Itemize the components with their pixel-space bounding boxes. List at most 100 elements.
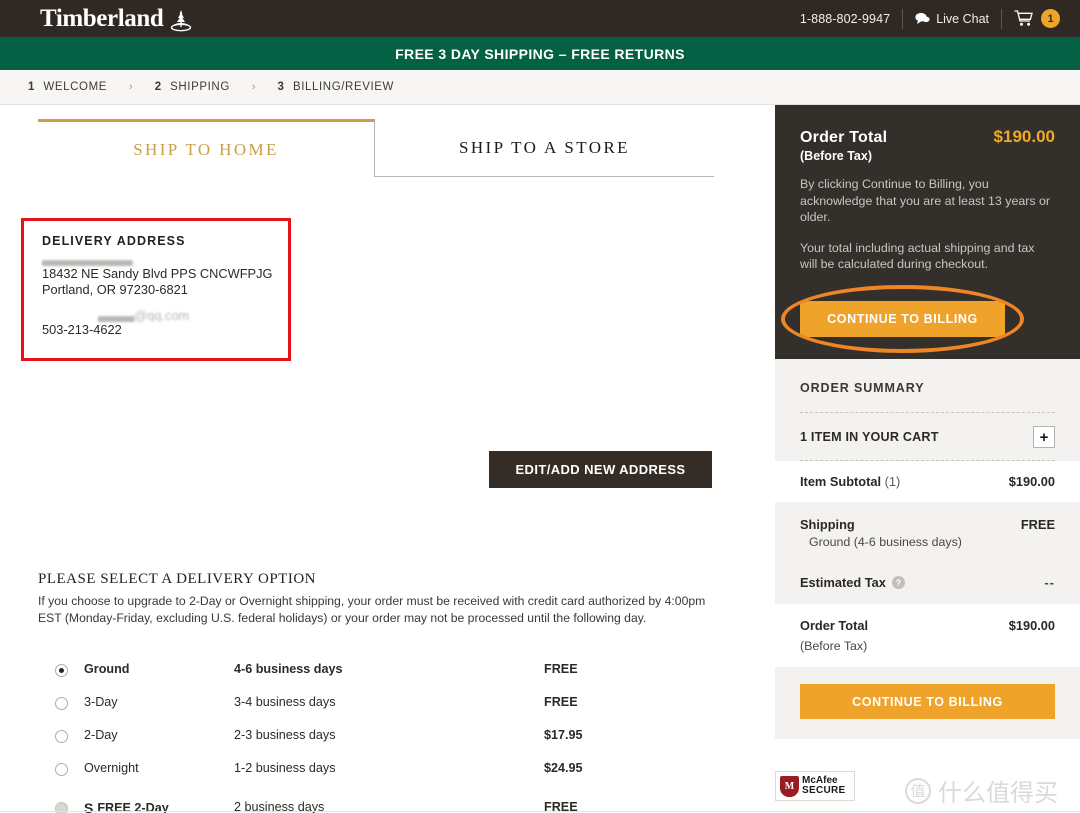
timberland-logo[interactable]: Timberland <box>40 6 194 32</box>
watermark-logo-icon: 值 <box>905 777 931 804</box>
radio-button[interactable] <box>54 664 68 677</box>
order-total-summary-sublabel: (Before Tax) <box>800 639 868 653</box>
mcafee-line2: SECURE <box>802 785 846 796</box>
mcafee-shield-icon: M <box>780 775 799 797</box>
shipping-row: Shipping FREE Ground (4-6 business days) <box>800 502 1055 549</box>
main-content: SHIP TO HOME SHIP TO A STORE DELIVERY AD… <box>0 105 1080 813</box>
step-label: WELCOME <box>43 81 108 93</box>
expand-cart-plus-icon[interactable]: + <box>1033 426 1055 448</box>
shipping-tax-disclaimer-text: Your total including actual shipping and… <box>800 240 1035 272</box>
delivery-address-street: 18432 NE Sandy Blvd PPS CNCWFPJG <box>42 266 273 281</box>
radio-cell[interactable] <box>38 761 84 776</box>
help-question-icon[interactable]: ? <box>891 576 905 589</box>
promo-banner: FREE 3 DAY SHIPPING – FREE RETURNS <box>0 37 1080 70</box>
option-name: 3-Day <box>84 695 118 709</box>
delivery-address-title: DELIVERY ADDRESS <box>42 234 186 248</box>
footer-badges: M McAfee SECURE 值 什么值得买 <box>775 765 1080 813</box>
option-name: 2-Day <box>84 728 118 742</box>
shipping-method-detail: Ground (4-6 business days) <box>809 535 962 549</box>
delivery-options-heading: PLEASE SELECT A DELIVERY OPTION <box>38 571 317 587</box>
cart-count-badge: 1 <box>1041 9 1060 28</box>
cart-items-label: 1 ITEM IN YOUR CART <box>800 430 939 444</box>
item-subtotal-qty: (1) <box>884 474 901 489</box>
item-subtotal-value: $190.00 <box>1008 474 1055 489</box>
order-total-amount: $190.00 <box>993 127 1055 146</box>
delivery-address-city-state-zip: Portland, OR 97230-6821 <box>42 282 188 297</box>
phone-number[interactable]: 1-888-802-9947 <box>800 12 902 26</box>
checkout-page: Timberland 1-888-802-9947 Live Chat 1 FR… <box>0 0 1080 813</box>
order-total-row: Order Total $190.00 <box>800 127 1055 147</box>
delivery-address-name-redacted: ▄▄▄▄▄▄▄▄▄▄ <box>42 252 133 266</box>
shipping-panel: SHIP TO HOME SHIP TO A STORE DELIVERY AD… <box>0 105 775 813</box>
option-name: Ground <box>84 662 130 676</box>
option-days: 3-4 business days <box>234 695 336 709</box>
edit-add-new-address-button[interactable]: EDIT/ADD NEW ADDRESS <box>489 451 712 488</box>
option-price: FREE <box>544 695 578 709</box>
shopping-cart-icon <box>1014 10 1033 26</box>
step-label: SHIPPING <box>170 81 230 93</box>
order-total-summary-value: $190.00 <box>1008 618 1055 633</box>
step-number: 1 <box>28 81 35 93</box>
delivery-options-list: Ground 4-6 business days FREE 3-Day 3-4 … <box>38 662 728 813</box>
tab-label: SHIP TO HOME <box>133 139 279 159</box>
delivery-address-email-redacted: ▄▄▄▄@qq.com <box>98 308 190 322</box>
chevron-right-icon: › <box>129 81 133 93</box>
tab-ship-to-home[interactable]: SHIP TO HOME <box>38 119 375 177</box>
continue-to-billing-button-bottom[interactable]: CONTINUE TO BILLING <box>800 684 1055 719</box>
age-disclaimer-text: By clicking Continue to Billing, you ack… <box>800 177 1051 224</box>
chevron-right-icon: › <box>251 81 256 93</box>
step-number: 3 <box>277 81 284 93</box>
step-label: BILLING/REVIEW <box>292 81 395 93</box>
site-watermark: 值 什么值得买 <box>905 773 1058 808</box>
delivery-options-note: If you choose to upgrade to 2-Day or Ove… <box>38 594 706 625</box>
tab-ship-to-a-store[interactable]: SHIP TO A STORE <box>375 119 714 177</box>
tree-logo-icon <box>171 10 192 32</box>
delivery-options-section: PLEASE SELECT A DELIVERY OPTION If you c… <box>38 571 728 813</box>
radio-button[interactable] <box>54 730 68 743</box>
checkout-progress-steps: 1 WELCOME › 2 SHIPPING › 3 BILLING/REVIE… <box>0 70 1080 105</box>
step-welcome[interactable]: 1 WELCOME <box>28 81 107 93</box>
shipping-top: Shipping FREE <box>800 517 1055 532</box>
chat-bubble-icon <box>915 12 930 24</box>
cart-items-row[interactable]: 1 ITEM IN YOUR CART + <box>800 413 1055 460</box>
estimated-tax-label-group: Estimated Tax ? <box>800 575 905 590</box>
order-summary-panel: ORDER SUMMARY 1 ITEM IN YOUR CART + Item… <box>775 359 1080 739</box>
order-total-label: Order Total <box>800 129 888 146</box>
delivery-option-ground[interactable]: Ground 4-6 business days FREE <box>38 662 728 695</box>
item-subtotal-row: Item Subtotal (1) $190.00 <box>775 461 1080 502</box>
mcafee-secure-badge[interactable]: M McAfee SECURE <box>775 771 855 801</box>
step-billing-review[interactable]: 3 BILLING/REVIEW <box>278 81 394 93</box>
cart-button[interactable]: 1 <box>1002 9 1060 28</box>
delivery-address-card[interactable]: DELIVERY ADDRESS ▄▄▄▄▄▄▄▄▄▄ 18432 NE San… <box>21 218 291 361</box>
shipping-label: Shipping <box>800 517 855 532</box>
order-total-summary-label: Order Total <box>800 618 869 633</box>
header-utility-nav: 1-888-802-9947 Live Chat 1 <box>800 0 1060 37</box>
option-price: $17.95 <box>544 728 583 742</box>
radio-button[interactable] <box>54 697 68 710</box>
delivery-option-overnight[interactable]: Overnight 1-2 business days $24.95 <box>38 761 728 794</box>
live-chat-label: Live Chat <box>936 11 989 26</box>
shipping-value: FREE <box>1020 517 1055 532</box>
radio-cell[interactable] <box>38 662 84 677</box>
step-shipping[interactable]: 2 SHIPPING <box>155 81 230 93</box>
radio-cell[interactable] <box>38 695 84 710</box>
delivery-option-3-day[interactable]: 3-Day 3-4 business days FREE <box>38 695 728 728</box>
delivery-option-2-day[interactable]: 2-Day 2-3 business days $17.95 <box>38 728 728 761</box>
label-text: Item Subtotal <box>800 474 882 489</box>
live-chat-button[interactable]: Live Chat <box>903 12 1001 26</box>
shipping-method-tabs: SHIP TO HOME SHIP TO A STORE <box>38 119 714 177</box>
delivery-address-phone: 503-213-4622 <box>42 322 122 337</box>
order-total-sublabel: (Before Tax) <box>800 149 873 163</box>
option-days: 2-3 business days <box>234 728 336 742</box>
radio-button[interactable] <box>54 763 68 776</box>
estimated-tax-label: Estimated Tax <box>800 575 886 590</box>
site-header: Timberland 1-888-802-9947 Live Chat 1 <box>0 0 1080 37</box>
radio-cell[interactable] <box>38 728 84 743</box>
watermark-text: 什么值得买 <box>938 779 1058 807</box>
step-number: 2 <box>154 81 162 93</box>
page-bottom-divider <box>0 811 1080 812</box>
continue-to-billing-button-top[interactable]: CONTINUE TO BILLING <box>800 301 1005 337</box>
option-days: 1-2 business days <box>234 761 336 775</box>
order-total-line: Order Total $190.00 <box>800 618 1055 633</box>
order-sidebar: Order Total $190.00 (Before Tax) By clic… <box>775 105 1080 739</box>
